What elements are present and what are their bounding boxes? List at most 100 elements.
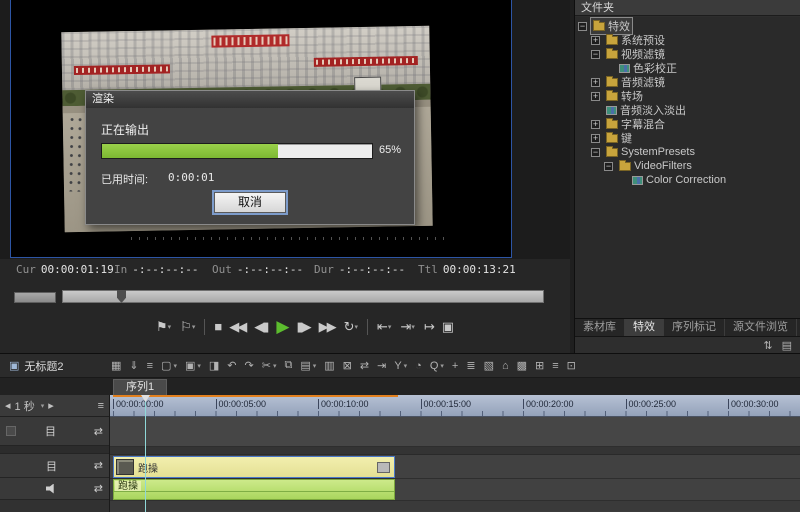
marker-list-button[interactable]: ⚐▾ bbox=[180, 319, 195, 335]
speaker-icon[interactable] bbox=[46, 484, 57, 494]
scale-dropdown-icon[interactable]: ▾ bbox=[41, 402, 45, 410]
player-window: 渲染 正在输出 65% 已用时间: 0:00:01 取消 Cur00:00:01… bbox=[0, 0, 570, 353]
frame-back-button[interactable]: ◀▮ bbox=[254, 319, 267, 335]
track-pad-icon[interactable] bbox=[6, 426, 16, 436]
collapse-box-icon[interactable]: − bbox=[591, 50, 600, 59]
track-visibility-icon[interactable]: 目 bbox=[45, 423, 56, 439]
delete-button[interactable]: ⊠ bbox=[340, 357, 355, 374]
jump-button[interactable]: ↦ bbox=[424, 319, 433, 335]
mixer-button[interactable]: ▧ bbox=[481, 357, 497, 374]
sequence-tab[interactable]: 序列1 bbox=[113, 379, 167, 395]
audio-clip[interactable]: 跑操 bbox=[113, 479, 395, 500]
goto-out-button[interactable]: ⇥▾ bbox=[400, 319, 414, 335]
save-button[interactable]: ◨ bbox=[206, 357, 222, 374]
dropdown-caret-icon[interactable]: ▾ bbox=[355, 323, 359, 331]
track-sync-icon[interactable]: ⇄ bbox=[94, 459, 103, 472]
shuttle-control[interactable] bbox=[14, 292, 56, 303]
tree-item-videofilters[interactable]: −VideoFilters bbox=[575, 159, 800, 173]
export-button[interactable]: ▣ bbox=[442, 319, 452, 335]
sort-icon[interactable]: ⇅ bbox=[763, 339, 772, 352]
tree-item-color-correction[interactable]: Color Correction bbox=[575, 173, 800, 187]
redo-button[interactable]: ↷ bbox=[242, 357, 257, 374]
track-sync-icon[interactable]: ⇄ bbox=[94, 425, 103, 438]
tree-item-systempresets[interactable]: −SystemPresets bbox=[575, 145, 800, 159]
paste-button[interactable]: ▤▾ bbox=[297, 357, 319, 374]
quick-title-button[interactable]: Q▾ bbox=[427, 358, 447, 374]
expand-box-icon[interactable]: + bbox=[591, 92, 600, 101]
menu-button[interactable]: ≡ bbox=[549, 358, 561, 374]
scale-left-arrow-icon[interactable]: ◂ bbox=[5, 399, 11, 412]
dropdown-caret-icon[interactable]: ▾ bbox=[404, 362, 408, 370]
expand-button[interactable]: ⊡ bbox=[564, 357, 579, 374]
elapsed-time-label: 已用时间: bbox=[101, 171, 148, 187]
expand-box-icon[interactable]: + bbox=[591, 120, 600, 129]
loop-playback-button[interactable]: ↻▾ bbox=[344, 319, 358, 335]
dropdown-caret-icon[interactable]: ▾ bbox=[168, 323, 172, 331]
capture-button[interactable]: ⇓ bbox=[126, 357, 141, 374]
dropdown-caret-icon[interactable]: ▾ bbox=[197, 362, 201, 370]
snap-button[interactable]: ⌂ bbox=[499, 358, 512, 374]
tab-effects[interactable]: 特效 bbox=[625, 319, 664, 336]
collapse-box-icon[interactable]: − bbox=[578, 22, 587, 31]
layout-icon[interactable]: ▤ bbox=[782, 339, 792, 352]
track-visibility-icon[interactable]: 目 bbox=[46, 458, 57, 474]
set-marker-button[interactable]: ⚑▾ bbox=[156, 319, 171, 335]
options-button[interactable]: ≡ bbox=[144, 358, 156, 374]
dropdown-caret-icon[interactable]: ▾ bbox=[440, 362, 444, 370]
extend-button[interactable]: ⇥ bbox=[374, 357, 389, 374]
dropdown-caret-icon[interactable]: ▾ bbox=[411, 323, 415, 331]
grid-button[interactable]: ⊞ bbox=[532, 357, 547, 374]
list-view-button[interactable]: ≣ bbox=[463, 357, 478, 374]
mode-select-button[interactable]: ▦ bbox=[108, 357, 124, 374]
collapse-box-icon[interactable]: − bbox=[591, 148, 600, 157]
transport-controls: ⚑▾ ⚐▾ ■ ◀◀ ◀▮ ▶ ▮▶ ▶▶ ↻▾ ⇤▾ ⇥▾ ↦ ▣ bbox=[156, 311, 452, 342]
expand-box-icon[interactable]: + bbox=[591, 134, 600, 143]
new-sequence-button[interactable]: ▢▾ bbox=[158, 357, 180, 374]
tab-sequence-marks[interactable]: 序列标记 bbox=[664, 319, 725, 336]
dropdown-caret-icon[interactable]: ▾ bbox=[273, 362, 277, 370]
timeline-playhead[interactable] bbox=[145, 395, 146, 512]
replace-button[interactable]: ▥ bbox=[321, 357, 337, 374]
tab-bin[interactable]: 素材库 bbox=[575, 319, 625, 336]
open-button[interactable]: ▣▾ bbox=[182, 357, 204, 374]
scale-right-arrow-icon[interactable]: ▸ bbox=[48, 399, 54, 412]
dropdown-caret-icon[interactable]: ▾ bbox=[388, 323, 392, 331]
render-dialog-titlebar[interactable]: 渲染 bbox=[86, 91, 414, 108]
sync-mode-button[interactable]: ⇄ bbox=[357, 357, 372, 374]
track-header-1[interactable]: 目 ⇄ bbox=[0, 417, 109, 446]
play-button[interactable]: ▶ bbox=[276, 317, 287, 337]
scale-slider-icon[interactable]: ≡ bbox=[98, 400, 104, 412]
zoom-tool-button[interactable]: ▩ bbox=[514, 357, 530, 374]
timeline-ruler[interactable]: 00:00:00:0000:00:05:0000:00:10:0000:00:1… bbox=[110, 395, 800, 417]
fast-forward-button[interactable]: ▶▶ bbox=[319, 319, 335, 335]
scrub-playhead-marker[interactable] bbox=[117, 290, 126, 303]
frame-forward-button[interactable]: ▮▶ bbox=[296, 319, 309, 335]
video-clip[interactable]: 跑操 bbox=[113, 456, 395, 478]
goto-in-button[interactable]: ⇤▾ bbox=[377, 319, 391, 335]
track-header-video[interactable]: 目 ⇄ bbox=[0, 454, 109, 478]
track-header-audio[interactable]: ⇄ bbox=[0, 478, 109, 500]
cancel-button[interactable]: 取消 bbox=[214, 192, 286, 213]
scrub-bar[interactable] bbox=[62, 290, 544, 303]
dropdown-caret-icon[interactable]: ▾ bbox=[173, 362, 177, 370]
rewind-button[interactable]: ◀◀ bbox=[229, 319, 245, 335]
delete-icon: ⊠ bbox=[343, 359, 352, 372]
menu-icon: ≡ bbox=[552, 360, 558, 372]
tab-source-browser[interactable]: 源文件浏览 bbox=[725, 319, 797, 336]
track-sync-icon[interactable]: ⇄ bbox=[94, 482, 103, 495]
split-button[interactable]: Y▾ bbox=[391, 358, 410, 374]
project-tab[interactable]: ▣ 无标题2 bbox=[0, 358, 108, 374]
tree-item-video-filters-cn[interactable]: −视频滤镜 bbox=[575, 47, 800, 61]
stop-button[interactable]: ■ bbox=[214, 319, 220, 334]
preview-around-button[interactable]: ◔ bbox=[412, 358, 425, 374]
expand-box-icon[interactable]: + bbox=[591, 36, 600, 45]
undo-button[interactable]: ↶ bbox=[224, 357, 239, 374]
collapse-box-icon[interactable]: − bbox=[604, 162, 613, 171]
add-clip-button[interactable]: + bbox=[449, 358, 461, 374]
cut-button[interactable]: ✂▾ bbox=[259, 357, 280, 374]
dropdown-caret-icon[interactable]: ▾ bbox=[192, 323, 196, 331]
expand-box-icon[interactable]: + bbox=[591, 78, 600, 87]
dropdown-caret-icon[interactable]: ▾ bbox=[313, 362, 317, 370]
tree-item-key[interactable]: +键 bbox=[575, 131, 800, 145]
copy-button[interactable]: ⧉ bbox=[281, 357, 295, 374]
